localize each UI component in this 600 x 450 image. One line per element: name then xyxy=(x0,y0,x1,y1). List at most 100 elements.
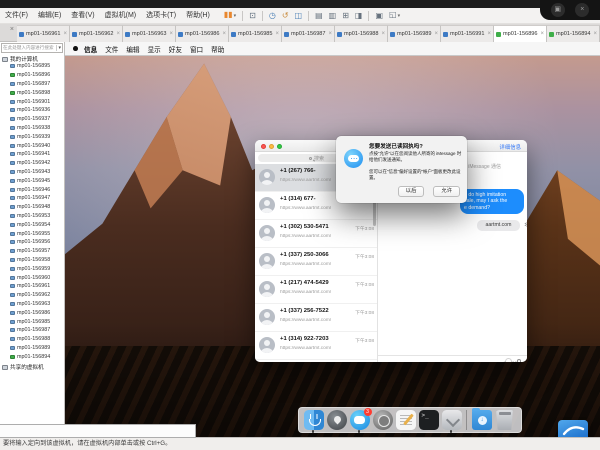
trash-dock-icon[interactable] xyxy=(495,410,515,430)
chevron-down-icon[interactable]: ▾ xyxy=(234,13,237,19)
sidebar-item-mp01-156940[interactable]: mp01-156940 xyxy=(0,141,65,150)
sidebar-item-mp01-156936[interactable]: mp01-156936 xyxy=(0,106,65,115)
sidebar-item-mp01-156987[interactable]: mp01-156987 xyxy=(0,326,65,335)
close-tab-icon[interactable]: × xyxy=(169,31,173,37)
close-traffic-light[interactable] xyxy=(261,144,266,149)
chevron-down-icon[interactable]: ▾ xyxy=(398,13,401,19)
sidebar-item-mp01-156956[interactable]: mp01-156956 xyxy=(0,238,65,247)
macos-menu-6[interactable]: 帮助 xyxy=(211,44,224,54)
sidebar-item-mp01-156946[interactable]: mp01-156946 xyxy=(0,185,65,194)
installer-dock-icon[interactable] xyxy=(442,410,462,430)
library-search-input[interactable]: 在此处键入内容进行搜索 ▾ xyxy=(1,43,63,53)
microphone-icon[interactable] xyxy=(517,359,521,362)
vm-tab-mp01-156991[interactable]: mp01-156991× xyxy=(441,25,494,42)
vm-tab-mp01-156894[interactable]: mp01-156894× xyxy=(547,25,600,42)
close-tab-icon[interactable]: × xyxy=(63,31,67,37)
vm-console-display[interactable]: 信息文件编辑显示好友窗口帮助 详细信息 xyxy=(65,42,600,437)
sidebar-item-mp01-156894[interactable]: mp01-156894 xyxy=(0,352,65,361)
sidebar-item-mp01-156937[interactable]: mp01-156937 xyxy=(0,115,65,124)
vm-tab-mp01-156962[interactable]: mp01-156962× xyxy=(70,25,123,42)
pause-button-icon[interactable]: ▮▮▾ xyxy=(221,7,239,24)
sidebar-item-mp01-156988[interactable]: mp01-156988 xyxy=(0,335,65,344)
emoji-icon[interactable]: ☺ xyxy=(502,359,508,362)
blue-corner-badge[interactable] xyxy=(558,420,588,437)
macos-desktop[interactable]: 详细信息 搜索 +1 (267) 766-https://www.aartmt.… xyxy=(65,56,600,437)
console-button-icon[interactable]: ▣ xyxy=(372,8,386,24)
menu-t[interactable]: 选项卡(T) xyxy=(141,8,181,24)
macos-menu-5[interactable]: 窗口 xyxy=(190,44,203,54)
sidebar-item-mp01-156942[interactable]: mp01-156942 xyxy=(0,159,65,168)
menu-f[interactable]: 文件(F) xyxy=(0,8,33,24)
overlay-close-button[interactable]: × xyxy=(575,3,589,17)
sidebar-item-mp01-156948[interactable]: mp01-156948 xyxy=(0,203,65,212)
conversation-row[interactable]: +1 (314) 688-1029下午3:08https://www.aartm… xyxy=(255,360,377,362)
sidebar-item-mp01-156959[interactable]: mp01-156959 xyxy=(0,264,65,273)
menu-v[interactable]: 查看(V) xyxy=(66,8,99,24)
launchpad-dock-icon[interactable] xyxy=(327,410,347,430)
menu-e[interactable]: 编辑(E) xyxy=(33,8,66,24)
overlay-panel-button[interactable]: ▣ xyxy=(551,3,565,17)
sidebar-item-mp01-156896[interactable]: mp01-156896 xyxy=(0,71,65,80)
sidebar-item-mp01-156901[interactable]: mp01-156901 xyxy=(0,97,65,106)
sidebar-item-mp01-156953[interactable]: mp01-156953 xyxy=(0,212,65,221)
conversation-row[interactable]: +1 (337) 256-7522下午3:08https://www.aartm… xyxy=(255,304,377,332)
sidebar-item-mp01-156938[interactable]: mp01-156938 xyxy=(0,124,65,133)
macos-menu-3[interactable]: 显示 xyxy=(148,44,161,54)
finder-dock-icon[interactable] xyxy=(304,410,324,430)
sidebar-item-mp01-156941[interactable]: mp01-156941 xyxy=(0,150,65,159)
system-preferences-dock-icon[interactable] xyxy=(373,410,393,430)
sidebar-item-mp01-156958[interactable]: mp01-156958 xyxy=(0,256,65,265)
close-tab-icon[interactable]: × xyxy=(434,31,438,37)
sidebar-item-mp01-156947[interactable]: mp01-156947 xyxy=(0,194,65,203)
conversation-row[interactable]: +1 (337) 250-3066下午3:08https://www.aartm… xyxy=(255,248,377,276)
snapshot-revert-button-icon[interactable]: ↺ xyxy=(279,8,292,24)
conversation-row[interactable]: +1 (217) 474-5429下午3:08https://www.aartm… xyxy=(255,276,377,304)
zoom-traffic-light[interactable] xyxy=(277,144,282,149)
menu-m[interactable]: 虚拟机(M) xyxy=(100,8,142,24)
imessage-input-field[interactable]: iMessage ☺ xyxy=(505,358,512,362)
sidebar-item-mp01-156895[interactable]: mp01-156895 xyxy=(0,62,65,71)
sidebar-item-mp01-156898[interactable]: mp01-156898 xyxy=(0,88,65,97)
vm-tab-mp01-156988[interactable]: mp01-156988× xyxy=(335,25,388,42)
scrollbar[interactable] xyxy=(373,200,376,226)
show-thumbnails-button-icon[interactable]: ▥ xyxy=(326,8,340,24)
sidebar-item-mp01-156954[interactable]: mp01-156954 xyxy=(0,220,65,229)
sidebar-item-mp01-156962[interactable]: mp01-156962 xyxy=(0,291,65,300)
sidebar-item-mp01-156961[interactable]: mp01-156961 xyxy=(0,282,65,291)
sidebar-item-mp01-156963[interactable]: mp01-156963 xyxy=(0,300,65,309)
send-cad-button-icon[interactable]: ⊡ xyxy=(246,8,259,24)
vm-tab-mp01-156987[interactable]: mp01-156987× xyxy=(282,25,335,42)
snapshot-take-button-icon[interactable]: ◷ xyxy=(266,8,279,24)
later-button[interactable]: 以后 xyxy=(398,186,425,197)
unity-button-icon[interactable]: ◨ xyxy=(352,8,366,24)
sidebar-item-mp01-156939[interactable]: mp01-156939 xyxy=(0,132,65,141)
close-tab-icon[interactable]: × xyxy=(116,31,120,37)
macos-menu-0[interactable]: 信息 xyxy=(84,44,97,54)
downloads-folder-dock-icon[interactable] xyxy=(472,410,492,430)
sidebar-item-mp01-156955[interactable]: mp01-156955 xyxy=(0,229,65,238)
sidebar-item-mp01-156986[interactable]: mp01-156986 xyxy=(0,308,65,317)
close-tab-icon[interactable]: × xyxy=(540,31,544,37)
vm-tab-mp01-156986[interactable]: mp01-156986× xyxy=(176,25,229,42)
close-tab-icon[interactable]: × xyxy=(487,31,491,37)
textedit-dock-icon[interactable] xyxy=(396,410,416,430)
close-tab-icon[interactable]: × xyxy=(593,31,597,37)
sidebar-item-mp01-156985[interactable]: mp01-156985 xyxy=(0,317,65,326)
sidebar-item-mp01-156960[interactable]: mp01-156960 xyxy=(0,273,65,282)
conversation-row[interactable]: +1 (314) 922-7203下午3:08https://www.aartm… xyxy=(255,332,377,360)
allow-button[interactable]: 允许 xyxy=(433,186,460,197)
chevron-down-icon[interactable]: ▾ xyxy=(56,45,62,51)
link-preview-bubble[interactable]: aartmt.com xyxy=(477,220,520,231)
sidebar-item-mp01-156943[interactable]: mp01-156943 xyxy=(0,168,65,177)
capture-button-icon[interactable]: ◱▾ xyxy=(386,7,403,24)
show-library-button-icon[interactable]: ▤ xyxy=(312,8,326,24)
sidebar-item-mp01-156957[interactable]: mp01-156957 xyxy=(0,247,65,256)
macos-menu-2[interactable]: 编辑 xyxy=(126,44,139,54)
macos-menu-4[interactable]: 好友 xyxy=(169,44,182,54)
macos-menu-1[interactable]: 文件 xyxy=(105,44,118,54)
terminal-dock-icon[interactable] xyxy=(419,410,439,430)
minimize-traffic-light[interactable] xyxy=(269,144,274,149)
vm-tab-mp01-156961[interactable]: mp01-156961× xyxy=(17,25,70,42)
vm-tab-mp01-156985[interactable]: mp01-156985× xyxy=(229,25,282,42)
tab-strip-close-icon[interactable]: × xyxy=(10,26,14,33)
